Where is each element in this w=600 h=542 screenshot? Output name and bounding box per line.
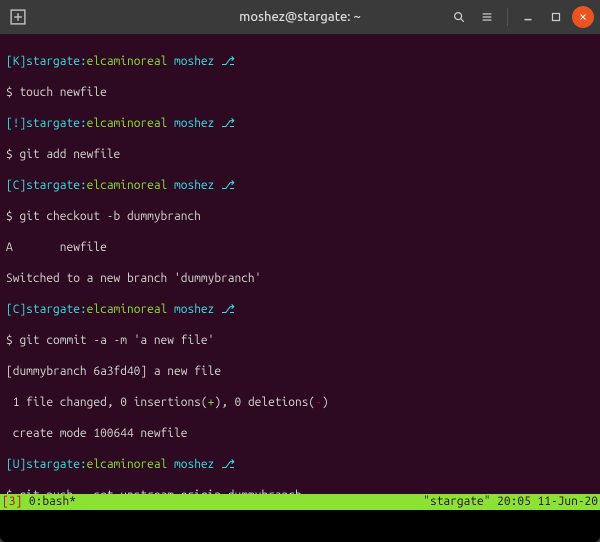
text: 1 file changed, 0 insertions( xyxy=(6,396,208,409)
branch-icon: ⎇ xyxy=(221,179,235,192)
branch-icon: ⎇ xyxy=(221,458,235,471)
close-button[interactable] xyxy=(572,6,594,28)
git-status-prefix: [!] xyxy=(6,117,26,130)
repo: elcaminoreal xyxy=(87,55,168,68)
repo: elcaminoreal xyxy=(87,179,168,192)
user: moshez xyxy=(167,117,221,130)
hostname: stargate xyxy=(26,458,80,471)
hostname: stargate xyxy=(26,117,80,130)
branch-icon: ⎇ xyxy=(221,303,235,316)
output-line: 1 file changed, 0 insertions(+), 0 delet… xyxy=(6,395,594,411)
repo: elcaminoreal xyxy=(87,458,168,471)
hostname: stargate xyxy=(26,55,80,68)
tmux-window: 0:bash* xyxy=(29,495,76,508)
git-status-prefix: [C] xyxy=(6,303,26,316)
tmux-right: "stargate" 20:05 11-Jun-20 xyxy=(423,494,598,510)
maximize-button[interactable] xyxy=(544,5,568,29)
repo: elcaminoreal xyxy=(87,117,168,130)
colon: : xyxy=(80,303,87,316)
prompt-line: [U]stargate:elcaminoreal moshez ⎇ xyxy=(6,457,594,473)
repo: elcaminoreal xyxy=(87,303,168,316)
minus: - xyxy=(315,396,322,409)
menu-icon[interactable] xyxy=(475,5,499,29)
branch-icon: ⎇ xyxy=(221,55,235,68)
colon: : xyxy=(80,117,87,130)
colon: : xyxy=(80,458,87,471)
tmux-left: [3] 0:bash* xyxy=(2,494,76,510)
hostname: stargate xyxy=(26,303,80,316)
minimize-button[interactable] xyxy=(516,5,540,29)
user: moshez xyxy=(167,303,221,316)
git-status-prefix: [K] xyxy=(6,55,26,68)
colon: : xyxy=(80,179,87,192)
user: moshez xyxy=(167,179,221,192)
prompt-line: [C]stargate:elcaminoreal moshez ⎇ xyxy=(6,178,594,194)
command-line: $ git commit -a -m 'a new file' xyxy=(6,333,594,349)
prompt-line: [!]stargate:elcaminoreal moshez ⎇ xyxy=(6,116,594,132)
command-line: $ git checkout -b dummybranch xyxy=(6,209,594,225)
new-tab-button[interactable] xyxy=(8,7,28,27)
output-line: [dummybranch 6a3fd40] a new file xyxy=(6,364,594,380)
output-line: Switched to a new branch 'dummybranch' xyxy=(6,271,594,287)
branch-icon: ⎇ xyxy=(221,117,235,130)
git-status-prefix: [U] xyxy=(6,458,26,471)
colon: : xyxy=(80,55,87,68)
separator xyxy=(507,8,508,26)
user: moshez xyxy=(167,55,221,68)
command-line: $ touch newfile xyxy=(6,85,594,101)
tmux-status-bar: [3] 0:bash* "stargate" 20:05 11-Jun-20 xyxy=(0,494,600,510)
bottom-black-area xyxy=(0,510,600,542)
git-status-prefix: [C] xyxy=(6,179,26,192)
titlebar: moshez@stargate: ~ xyxy=(0,0,600,34)
user: moshez xyxy=(167,458,221,471)
prompt-line: [C]stargate:elcaminoreal moshez ⎇ xyxy=(6,302,594,318)
terminal-content[interactable]: [K]stargate:elcaminoreal moshez ⎇ $ touc… xyxy=(0,34,600,510)
terminal-window: moshez@stargate: ~ [K]stargate:elcaminor… xyxy=(0,0,600,542)
output-line: create mode 100644 newfile xyxy=(6,426,594,442)
output-line: A newfile xyxy=(6,240,594,256)
prompt-line: [K]stargate:elcaminoreal moshez ⎇ xyxy=(6,54,594,70)
text: ), 0 deletions( xyxy=(214,396,315,409)
hostname: stargate xyxy=(26,179,80,192)
text: ) xyxy=(322,396,329,409)
search-icon[interactable] xyxy=(447,5,471,29)
tmux-session: [3] xyxy=(2,495,29,508)
command-line: $ git add newfile xyxy=(6,147,594,163)
